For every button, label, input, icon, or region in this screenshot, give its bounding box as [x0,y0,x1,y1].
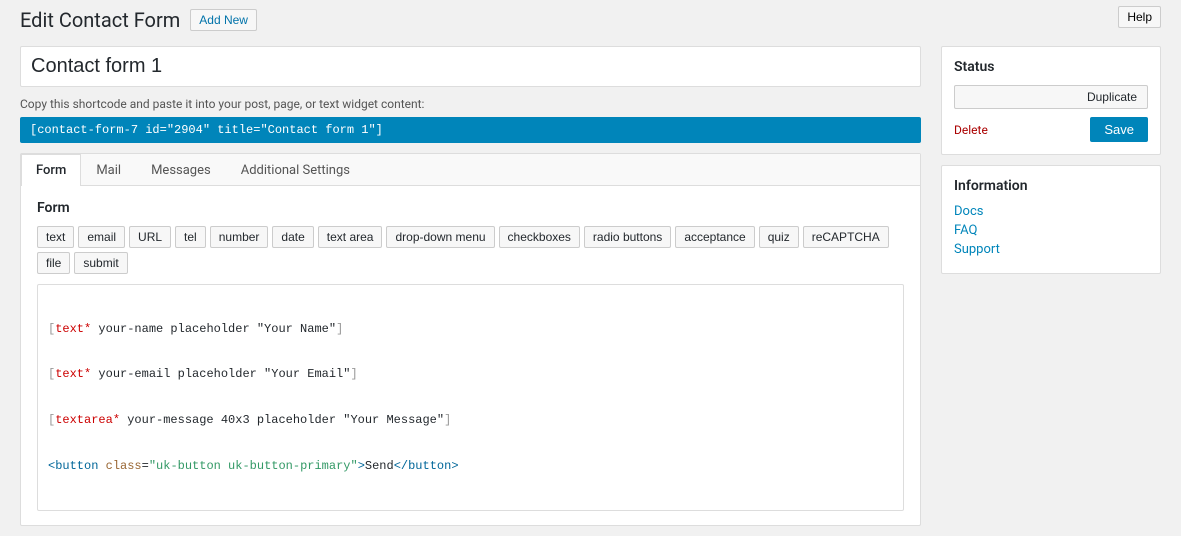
field-btn-file[interactable]: file [37,252,70,274]
status-panel: Status Duplicate Delete Save [941,46,1161,155]
information-panel: Information Docs FAQ Support [941,165,1161,274]
tab-form[interactable]: Form [21,154,81,186]
right-panel: Status Duplicate Delete Save Information… [941,46,1161,526]
field-btn-text[interactable]: text [37,226,74,248]
tab-mail[interactable]: Mail [81,154,136,186]
field-btn-drop-down-menu[interactable]: drop-down menu [386,226,494,248]
field-btn-url[interactable]: URL [129,226,171,248]
form-section-title: Form [37,200,904,216]
tab-additional-settings[interactable]: Additional Settings [226,154,365,186]
field-btn-radio-buttons[interactable]: radio buttons [584,226,671,248]
field-btn-email[interactable]: email [78,226,125,248]
faq-link[interactable]: FAQ [954,223,1148,238]
tab-form-content: Form textemailURLtelnumberdatetext aread… [21,186,920,525]
information-panel-title: Information [954,178,1148,194]
field-buttons: textemailURLtelnumberdatetext areadrop-d… [37,226,904,274]
support-link[interactable]: Support [954,242,1148,257]
shortcode-label: Copy this shortcode and paste it into yo… [20,97,921,111]
left-panel: Copy this shortcode and paste it into yo… [20,46,921,526]
duplicate-button[interactable]: Duplicate [954,85,1148,109]
field-btn-tel[interactable]: tel [175,226,206,248]
field-btn-checkboxes[interactable]: checkboxes [499,226,580,248]
tab-bar: Form Mail Messages Additional Settings [21,154,920,186]
shortcode-bar[interactable]: [contact-form-7 id="2904" title="Contact… [20,117,921,143]
status-panel-title: Status [954,59,1148,75]
form-title-input[interactable] [20,46,921,87]
main-content: Copy this shortcode and paste it into yo… [0,36,1181,536]
shortcode-section: Copy this shortcode and paste it into yo… [20,97,921,143]
add-new-button[interactable]: Add New [190,9,257,31]
field-btn-number[interactable]: number [210,226,269,248]
code-editor[interactable]: [text* your-name placeholder "Your Name"… [37,284,904,511]
delete-link[interactable]: Delete [954,123,988,137]
page-header: Edit Contact Form Add New Help [0,0,1181,36]
help-button[interactable]: Help [1118,6,1161,28]
field-btn-date[interactable]: date [272,226,313,248]
save-button[interactable]: Save [1090,117,1148,142]
panel-actions: Delete Save [954,117,1148,142]
tabs-container: Form Mail Messages Additional Settings F… [20,153,921,526]
field-btn-submit[interactable]: submit [74,252,127,274]
field-btn-text-area[interactable]: text area [318,226,383,248]
tab-messages[interactable]: Messages [136,154,226,186]
field-btn-acceptance[interactable]: acceptance [675,226,754,248]
field-btn-quiz[interactable]: quiz [759,226,799,248]
field-btn-recaptcha[interactable]: reCAPTCHA [803,226,889,248]
docs-link[interactable]: Docs [954,204,1148,219]
page-title: Edit Contact Form [20,8,180,32]
